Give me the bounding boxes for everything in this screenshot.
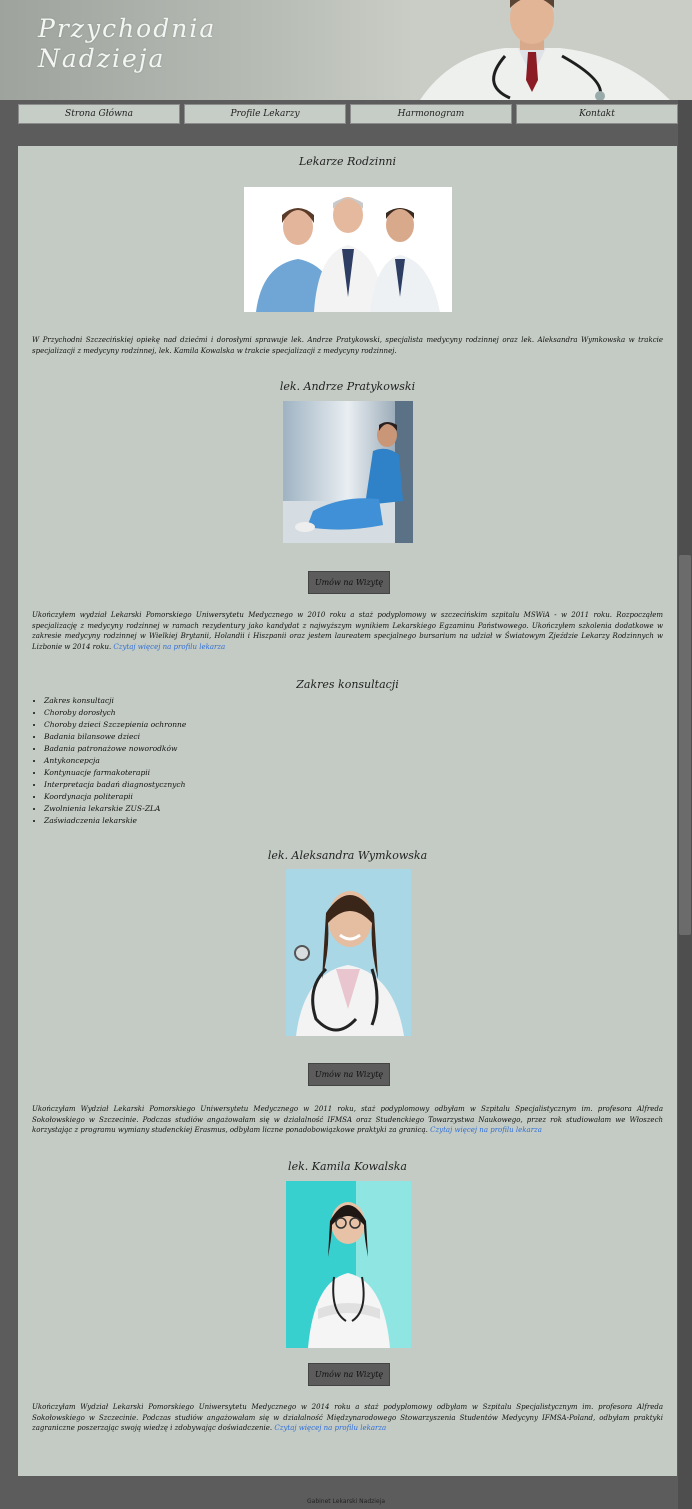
main-content: Lekarze Rodzinni W Przychodni Szczecińsk… — [18, 146, 677, 1476]
nav-contact[interactable]: Kontakt — [516, 104, 678, 124]
site-header: Przychodnia Nadzieja — [0, 0, 692, 100]
header-doctor-image — [410, 0, 692, 100]
book-appointment-button[interactable]: Umów na Wizytę — [308, 1063, 390, 1086]
list-item: Koordynacja politerapii — [44, 791, 186, 803]
main-navigation: Strona Główna Profile Lekarzy Harmonogra… — [0, 102, 692, 124]
consultations-title: Zakres konsultacji — [296, 678, 399, 691]
doctor-2-bio-text: Ukończyłam Wydział Lekarski Pomorskiego … — [32, 1105, 663, 1134]
footer-text: Gabinet Lekarski Nadzieja — [307, 1498, 385, 1505]
scrollbar-thumb[interactable] — [679, 555, 691, 935]
list-item: Zaświadczenia lekarskie — [44, 815, 186, 827]
book-appointment-button[interactable]: Umów na Wizytę — [308, 1363, 390, 1386]
list-item: Zakres konsultacji — [44, 695, 186, 707]
list-item: Zwolnienia lekarskie ZUS-ZLA — [44, 803, 186, 815]
doctor-2-name: lek. Aleksandra Wymkowska — [267, 849, 428, 862]
doctor-2-bio: Ukończyłam Wydział Lekarski Pomorskiego … — [32, 1104, 663, 1136]
doctor-1-photo — [283, 401, 413, 543]
site-title: Przychodnia Nadzieja — [38, 14, 217, 73]
doctor-2-photo — [286, 869, 411, 1036]
list-item: Choroby dzieci Szczepienia ochronne — [44, 719, 186, 731]
list-item: Interpretacja badań diagnostycznych — [44, 779, 186, 791]
consultations-list: Zakres konsultacji Choroby dorosłych Cho… — [32, 695, 186, 827]
doctor-1-name: lek. Andrze Pratykowski — [279, 380, 416, 393]
list-item: Antykoncepcja — [44, 755, 186, 767]
doctors-group-photo — [244, 187, 452, 312]
doctor-3-photo — [286, 1181, 411, 1348]
list-item: Badania bilansowe dzieci — [44, 731, 186, 743]
nav-home[interactable]: Strona Główna — [18, 104, 180, 124]
doctor-2-profile-link[interactable]: Czytaj więcej na profilu lekarza — [430, 1126, 542, 1134]
doctor-1-bio: Ukończyłem wydział Lekarski Pomorskiego … — [32, 610, 663, 652]
doctor-3-bio: Ukończyłam Wydział Lekarski Pomorskiego … — [32, 1402, 663, 1434]
nav-doctor-profiles[interactable]: Profile Lekarzy — [184, 104, 346, 124]
list-item: Badania patronażowe noworodków — [44, 743, 186, 755]
list-item: Kontynuacje farmakoterapii — [44, 767, 186, 779]
intro-text: W Przychodni Szczecińskiej opiekę nad dz… — [32, 336, 663, 355]
doctor-3-profile-link[interactable]: Czytaj więcej na profilu lekarza — [274, 1424, 386, 1432]
list-item: Choroby dorosłych — [44, 707, 186, 719]
section-title-family-doctors: Lekarze Rodzinni — [298, 155, 397, 168]
nav-spacer — [0, 124, 692, 146]
nav-schedule[interactable]: Harmonogram — [350, 104, 512, 124]
book-appointment-button[interactable]: Umów na Wizytę — [308, 571, 390, 594]
doctor-1-profile-link[interactable]: Czytaj więcej na profilu lekarza — [113, 643, 225, 651]
doctor-3-name: lek. Kamila Kowalska — [288, 1160, 407, 1173]
